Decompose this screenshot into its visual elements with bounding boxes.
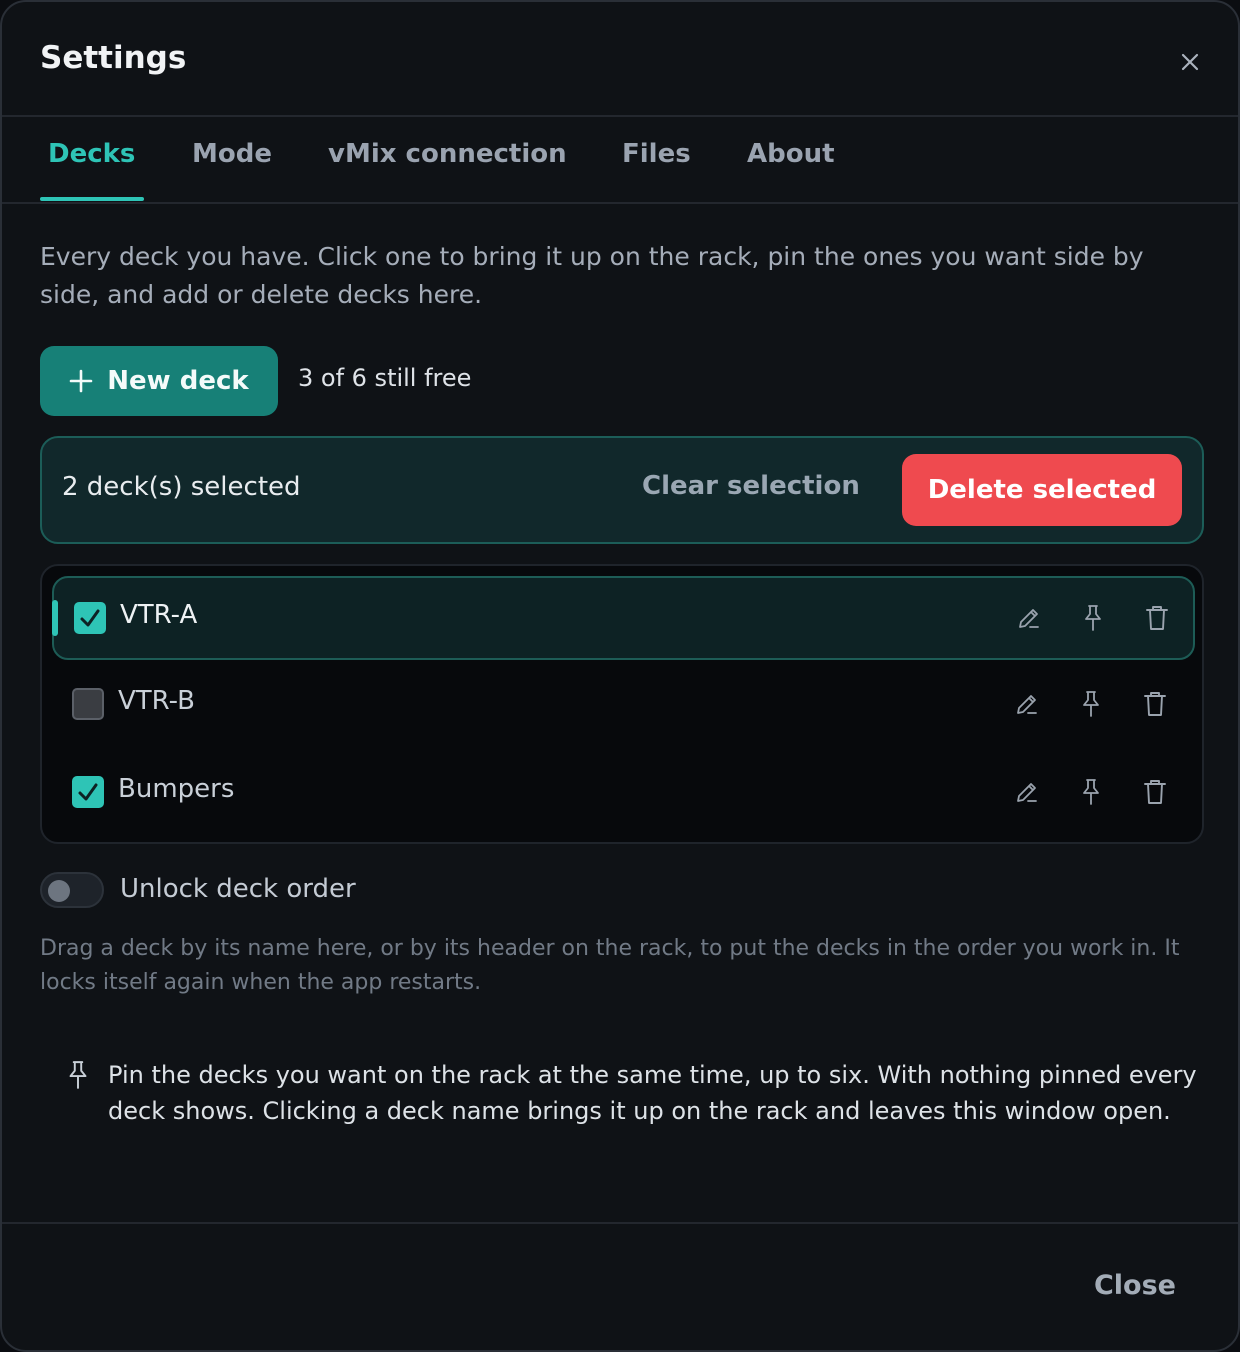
deck-name[interactable]: Bumpers — [118, 774, 234, 804]
drag-hint: Drag a deck by its name here, or by its … — [40, 936, 1180, 995]
tab-vmix-connection[interactable]: vMix connection — [328, 139, 567, 169]
deck-name[interactable]: VTR-A — [120, 600, 197, 630]
check-icon — [80, 609, 100, 627]
free-slots-text: 3 of 6 still free — [298, 364, 472, 392]
trash-icon[interactable] — [1139, 600, 1175, 636]
settings-dialog: Settings Decks Mode vMix connection File… — [0, 0, 1240, 1352]
tab-files[interactable]: Files — [622, 139, 691, 169]
close-button[interactable]: Close — [1094, 1270, 1176, 1301]
active-tab-indicator — [40, 197, 144, 201]
toggle-knob — [48, 880, 70, 902]
deck-name[interactable]: VTR-B — [118, 686, 195, 716]
edit-icon[interactable] — [1009, 774, 1045, 810]
pin-icon[interactable] — [1073, 774, 1109, 810]
dialog-title: Settings — [40, 40, 187, 76]
deck-list: VTR-A VTR-B Bumpers — [40, 564, 1204, 844]
deck-checkbox[interactable] — [74, 602, 106, 634]
deck-checkbox[interactable] — [72, 688, 104, 720]
selection-count: 2 deck(s) selected — [62, 472, 301, 502]
deck-row-vtr-b[interactable]: VTR-B — [52, 664, 1195, 748]
tab-mode[interactable]: Mode — [192, 139, 272, 169]
decks-intro: Every deck you have. Click one to bring … — [40, 242, 1144, 309]
edit-icon[interactable] — [1011, 600, 1047, 636]
pin-icon — [66, 1060, 90, 1090]
delete-selected-button[interactable]: Delete selected — [902, 454, 1182, 526]
tab-bar: Decks Mode vMix connection Files About — [2, 117, 1238, 204]
unlock-order-toggle[interactable] — [40, 872, 104, 908]
edit-icon[interactable] — [1009, 686, 1045, 722]
pin-note: Pin the decks you want on the rack at th… — [108, 1061, 1197, 1125]
pin-icon[interactable] — [1075, 600, 1111, 636]
selected-row-accent — [52, 600, 58, 636]
plus-icon — [69, 369, 93, 393]
clear-selection-button[interactable]: Clear selection — [642, 471, 860, 501]
deck-row-bumpers[interactable]: Bumpers — [52, 752, 1195, 836]
trash-icon[interactable] — [1137, 686, 1173, 722]
close-icon[interactable] — [1172, 44, 1208, 80]
new-deck-button[interactable]: New deck — [40, 346, 278, 416]
dialog-footer: Close — [2, 1222, 1238, 1350]
deck-checkbox[interactable] — [72, 776, 104, 808]
dialog-header: Settings — [2, 2, 1238, 117]
selection-bar: 2 deck(s) selected Clear selection Delet… — [40, 436, 1204, 544]
tab-about[interactable]: About — [747, 139, 835, 169]
deck-row-vtr-a[interactable]: VTR-A — [52, 576, 1195, 660]
pin-icon[interactable] — [1073, 686, 1109, 722]
trash-icon[interactable] — [1137, 774, 1173, 810]
check-icon — [78, 783, 98, 801]
tab-decks[interactable]: Decks — [48, 139, 135, 169]
unlock-order-label: Unlock deck order — [120, 874, 356, 904]
new-deck-label: New deck — [107, 366, 249, 396]
